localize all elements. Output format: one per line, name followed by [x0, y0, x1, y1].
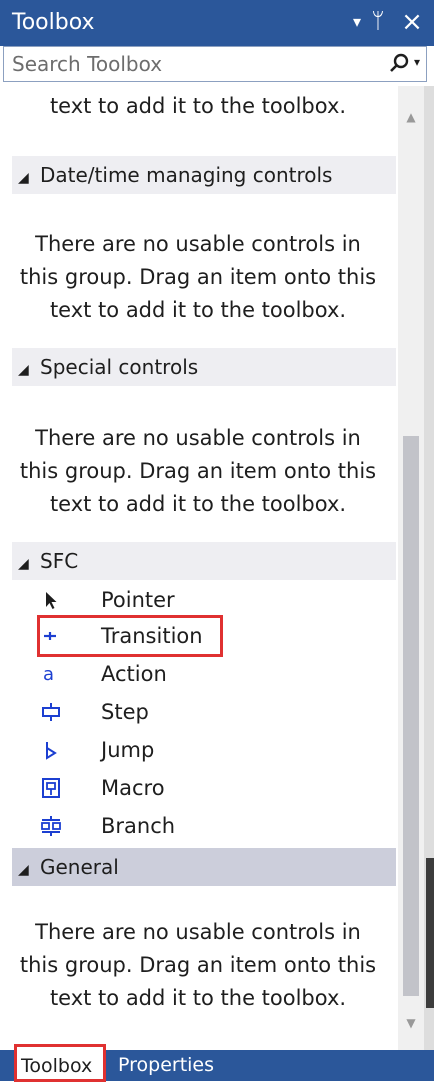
expanded-arrow-icon: ◢: [18, 362, 29, 378]
toolbox-item-macro[interactable]: Macro: [40, 770, 220, 806]
svg-text:a: a: [43, 664, 54, 685]
close-button[interactable]: ×: [398, 4, 426, 40]
step-icon: [42, 703, 60, 721]
empty-group-message-line: There are no usable controls in: [35, 920, 361, 944]
item-label: Pointer: [101, 588, 175, 612]
group-header-special-controls[interactable]: ◢ Special controls: [12, 348, 396, 386]
tab-toolbox[interactable]: Toolbox: [14, 1044, 106, 1082]
empty-group-message-line: this group. Drag an item onto this: [19, 459, 377, 483]
expanded-arrow-icon: ◢: [18, 556, 29, 572]
toolbox-item-pointer[interactable]: Pointer: [40, 582, 220, 618]
macro-icon: [42, 778, 60, 798]
item-label: Jump: [101, 738, 155, 762]
toolbox-item-jump[interactable]: Jump: [40, 732, 220, 768]
toolbox-content: text to add it to the toolbox. ◢ Date/tim…: [0, 86, 396, 1050]
group-name: General: [40, 855, 119, 879]
empty-group-message: text to add it to the toolbox.: [49, 94, 347, 118]
search-input[interactable]: [4, 47, 374, 81]
item-label: Branch: [101, 814, 176, 838]
panel-title: Toolbox: [12, 10, 95, 35]
empty-group-message-line: this group. Drag an item onto this: [19, 265, 377, 289]
empty-group-message-line: There are no usable controls in: [35, 232, 361, 256]
item-label: Macro: [101, 776, 165, 800]
scrollbar-thumb[interactable]: [403, 436, 419, 996]
pin-icon[interactable]: ᛘ: [364, 4, 392, 40]
search-icon[interactable]: [388, 52, 412, 76]
group-name: SFC: [40, 549, 79, 573]
group-header-general[interactable]: ◢ General: [12, 848, 396, 886]
toolbox-item-transition[interactable]: Transition: [37, 615, 223, 657]
item-label: Step: [101, 700, 149, 724]
action-icon: a: [43, 664, 54, 685]
toolbox-titlebar: Toolbox ▾ ᛘ ×: [0, 0, 434, 46]
group-header-date-time[interactable]: ◢ Date/time managing controls: [12, 156, 396, 194]
empty-group-message-line: There are no usable controls in: [35, 426, 361, 450]
tab-properties[interactable]: Properties: [114, 1050, 218, 1081]
expanded-arrow-icon: ◢: [18, 170, 29, 186]
search-box: ▾: [3, 46, 427, 82]
toolbox-item-branch[interactable]: Branch: [40, 808, 220, 844]
scroll-up-arrow-icon[interactable]: ▲: [398, 104, 424, 130]
vertical-scrollbar[interactable]: ▲ ▼: [398, 86, 424, 1050]
group-header-sfc[interactable]: ◢ SFC: [12, 542, 396, 580]
empty-group-message-line: text to add it to the toolbox.: [49, 986, 347, 1010]
item-label: Action: [101, 662, 167, 686]
transition-icon: [44, 632, 56, 640]
empty-group-message-line: this group. Drag an item onto this: [19, 953, 377, 977]
group-name: Date/time managing controls: [40, 163, 333, 187]
expanded-arrow-icon: ◢: [18, 862, 29, 878]
toolbox-item-step[interactable]: Step: [40, 694, 220, 730]
toolbox-item-action[interactable]: a Action: [40, 656, 220, 692]
pointer-icon: [46, 592, 57, 609]
bottom-tab-bar: Toolbox Properties: [0, 1044, 434, 1082]
scroll-down-arrow-icon[interactable]: ▼: [398, 1010, 424, 1036]
empty-group-message-line: text to add it to the toolbox.: [49, 492, 347, 516]
item-label: Transition: [101, 624, 203, 648]
search-options-dropdown-icon[interactable]: ▾: [414, 55, 420, 69]
branch-icon: [41, 816, 61, 836]
empty-group-message-line: text to add it to the toolbox.: [49, 298, 347, 322]
group-name: Special controls: [40, 355, 199, 379]
window-edge-mark: [426, 858, 434, 1008]
jump-icon: [46, 742, 57, 760]
